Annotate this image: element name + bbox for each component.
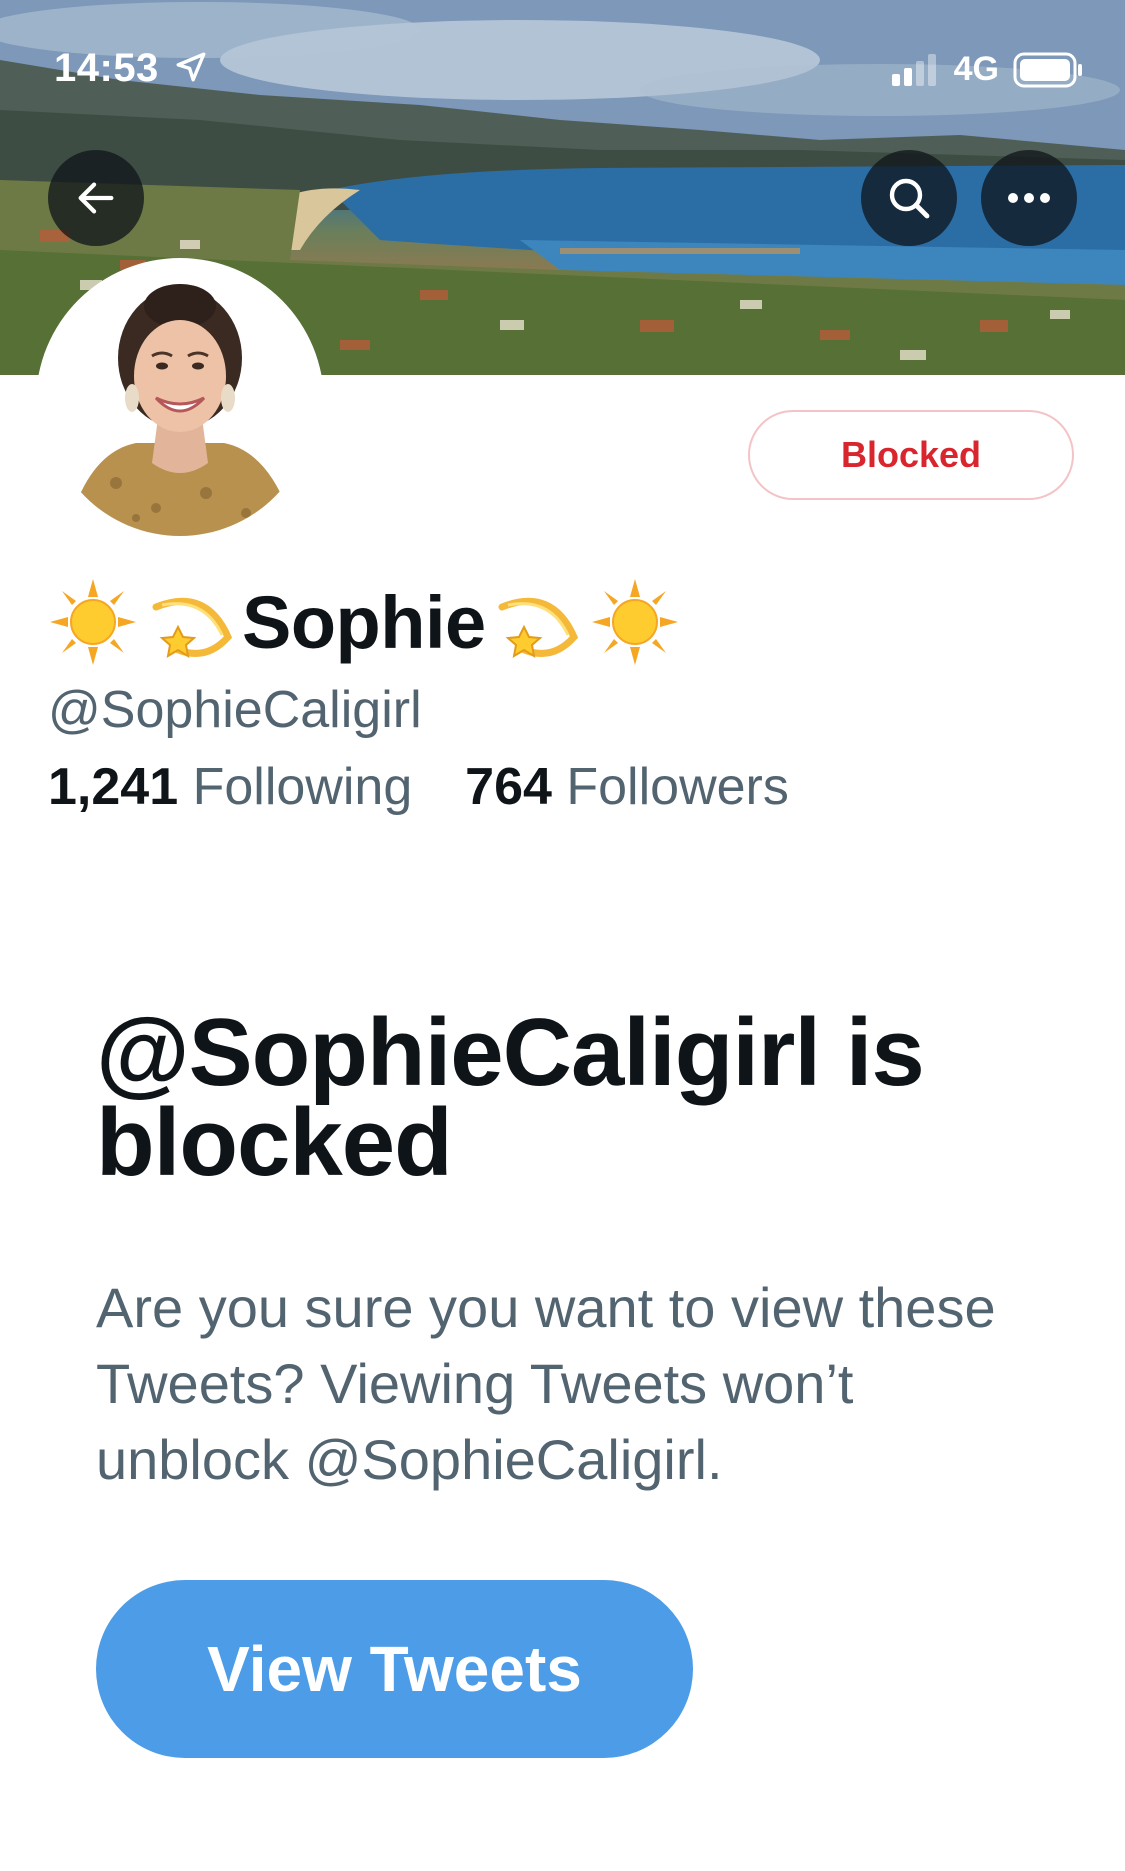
blocked-button[interactable]: Blocked [748, 410, 1074, 500]
more-icon [1008, 193, 1050, 203]
location-arrow-icon [176, 52, 206, 82]
profile-name: Sophie [48, 572, 680, 672]
view-tweets-button[interactable]: View Tweets [96, 1580, 693, 1758]
blocked-title: @SophieCaligirl is blocked [96, 999, 925, 1196]
followers-count: 764 [465, 758, 552, 816]
display-name: Sophie [242, 580, 486, 664]
back-button[interactable] [48, 150, 144, 246]
dizzy-emoji-icon [152, 597, 233, 658]
profile-stats: 1,241 Following 764 Followers [48, 757, 789, 817]
network-type: 4G [953, 50, 999, 88]
following-link[interactable]: 1,241 Following [48, 758, 427, 816]
following-label: Following [192, 758, 413, 816]
sun-emoji-icon [50, 579, 136, 665]
signal-icon [891, 53, 936, 86]
search-button[interactable] [861, 150, 957, 246]
blocked-description: Are you sure you want to view these Twee… [96, 1276, 996, 1491]
followers-label: Followers [566, 758, 789, 816]
dizzy-emoji-icon [498, 597, 578, 658]
avatar[interactable] [36, 258, 324, 546]
profile-handle: @SophieCaligirl [48, 681, 422, 739]
following-count: 1,241 [48, 758, 179, 816]
search-icon [889, 178, 930, 219]
status-time: 14:53 [54, 46, 208, 91]
avatar-photo [46, 268, 314, 536]
sun-emoji-icon [591, 579, 678, 665]
back-arrow-icon [78, 182, 114, 214]
battery-icon [1013, 52, 1082, 87]
more-button[interactable] [981, 150, 1077, 246]
followers-link[interactable]: 764 Followers [465, 758, 789, 816]
status-indicators: 4G [891, 50, 1083, 89]
